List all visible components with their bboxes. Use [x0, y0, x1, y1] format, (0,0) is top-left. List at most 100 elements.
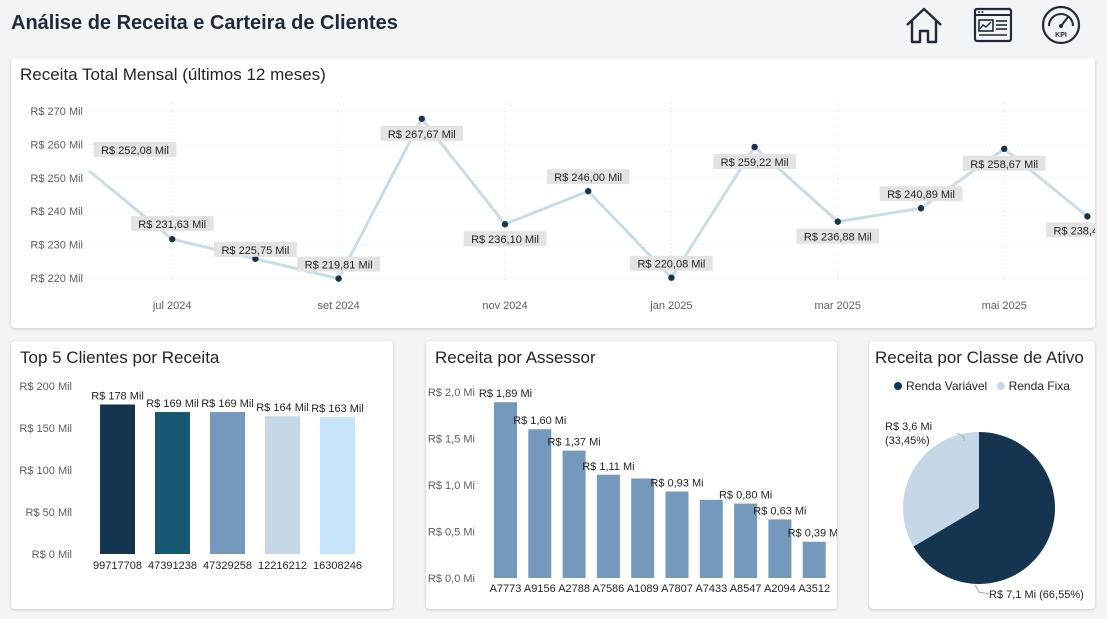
advisor-category-label: A7586 [592, 583, 624, 595]
dashboard-report-icon[interactable] [972, 4, 1014, 46]
revenue-data-label: R$ 236,88 Mil [804, 232, 872, 244]
y-tick-label: R$ 220 Mil [30, 273, 83, 285]
advisor-bar [802, 541, 826, 578]
y-tick-label: R$ 0 Mil [32, 549, 72, 561]
advisor-bar [528, 429, 552, 578]
advisor-bar [494, 402, 517, 578]
y-tick-label: R$ 0,0 Mi [428, 573, 475, 585]
advisor-category-label: A2094 [764, 583, 796, 595]
advisor-bar [665, 491, 689, 578]
y-tick-label: R$ 100 Mil [19, 465, 72, 477]
top-clients-chart: R$ 0 Mil R$ 50 Mil R$ 100 Mil R$ 150 Mil R$ … [19, 381, 364, 572]
advisor-category-label: A7807 [661, 583, 693, 595]
y-tick-label: R$ 0,5 Mi [428, 527, 475, 539]
revenue-point [169, 235, 176, 243]
advisors-chart: R$ 0,0 Mi R$ 0,5 Mi R$ 1,0 Mi R$ 1,5 Mi R$ 2… [428, 387, 837, 595]
revenue-data-label: R$ 236,10 Mil [471, 234, 539, 246]
x-tick-label: mar 2025 [815, 300, 861, 312]
revenue-data-label: R$ 231,63 Mil [138, 219, 206, 231]
advisor-bar [699, 499, 723, 578]
client-category-label: 12216212 [258, 560, 307, 572]
revenue-data-label: R$ 252,08 Mil [101, 145, 169, 157]
asset-class-card: Receita por Classe de Ativo Renda Variáv… [869, 341, 1095, 609]
client-bar [100, 404, 135, 554]
client-bar [155, 412, 190, 554]
home-icon[interactable] [903, 4, 945, 46]
advisor-category-label: A7773 [490, 583, 522, 595]
kpi-gauge-icon[interactable]: KPI [1040, 4, 1082, 46]
page-title: Análise de Receita e Carteira de Cliente… [11, 12, 398, 34]
advisor-category-label: A1089 [627, 583, 659, 595]
x-tick-label: set 2024 [317, 300, 359, 312]
revenue-point [501, 221, 509, 228]
asset-class-chart: R$ 7,1 Mi (66,55%) R$ 3,6 Mi (33,45%) [885, 421, 1084, 601]
revenue-point [751, 143, 758, 151]
pie-data-label: R$ 3,6 Mi [885, 421, 932, 433]
revenue-point [668, 274, 675, 281]
advisor-data-label: R$ 1,89 Mi [479, 388, 532, 400]
client-data-label: R$ 178 Mil [91, 390, 144, 402]
y-tick-label: R$ 200 Mil [19, 381, 72, 393]
x-tick-label: nov 2024 [482, 300, 527, 312]
revenue-point [418, 115, 425, 122]
x-tick-label: jan 2025 [649, 300, 692, 312]
y-tick-label: R$ 240 Mil [30, 206, 83, 218]
revenue-point [917, 205, 925, 212]
y-tick-label: R$ 50 Mil [26, 507, 72, 519]
y-tick-label: R$ 1,0 Mi [428, 480, 475, 492]
y-tick-label: R$ 1,5 Mi [428, 434, 475, 446]
revenue-point [1084, 213, 1091, 220]
client-category-label: 47329258 [203, 560, 252, 572]
svg-text:KPI: KPI [1055, 32, 1067, 39]
advisor-category-label: A7433 [695, 583, 727, 595]
x-tick-label: mai 2025 [982, 300, 1027, 312]
client-bar [320, 417, 355, 554]
revenue-data-label: R$ 259,22 Mil [721, 157, 789, 169]
revenue-point [335, 275, 342, 282]
monthly-revenue-chart: R$ 220 Mil R$ 230 Mil R$ 240 Mil R$ 250 Mil… [30, 103, 1095, 312]
revenue-data-label: R$ 220,08 Mil [637, 259, 705, 271]
client-bar [210, 412, 245, 554]
y-tick-label: R$ 2,0 Mi [428, 387, 475, 399]
revenue-data-label: R$ 240,89 Mil [887, 189, 955, 201]
y-tick-label: R$ 250 Mil [30, 173, 83, 185]
advisor-data-label: R$ 1,11 Mi [582, 461, 634, 473]
revenue-data-label: R$ 246,00 Mil [554, 172, 622, 184]
y-tick-label: R$ 260 Mil [30, 139, 83, 151]
revenue-data-label: R$ 267,67 Mil [388, 129, 456, 141]
monthly-revenue-card: Receita Total Mensal (últimos 12 meses) … [11, 58, 1095, 328]
client-data-label: R$ 164 Mil [256, 402, 309, 414]
revenue-data-label: R$ 225,75 Mil [221, 245, 289, 257]
advisor-data-label: R$ 0,80 Mi [719, 490, 772, 502]
revenue-point [834, 218, 841, 225]
advisor-category-label: A8547 [730, 583, 762, 595]
client-category-label: 99717708 [93, 560, 142, 572]
advisor-category-label: A2788 [558, 583, 590, 595]
advisor-data-label: R$ 0,39 Mi [788, 528, 837, 540]
y-tick-label: R$ 150 Mil [19, 423, 72, 435]
advisor-data-label: R$ 1,37 Mi [547, 437, 600, 449]
top-clients-card: Top 5 Clientes por Receita R$ 0 Mil R$ 50… [11, 341, 393, 609]
y-tick-label: R$ 270 Mil [30, 106, 83, 118]
revenue-point [585, 187, 592, 195]
client-category-label: 16308246 [313, 560, 362, 572]
pie-leader-line [974, 584, 990, 595]
pie-data-label: (33,45%) [885, 435, 930, 447]
x-tick-label: jul 2024 [152, 300, 192, 312]
y-tick-label: R$ 230 Mil [30, 240, 83, 252]
client-data-label: R$ 163 Mil [311, 403, 364, 415]
advisor-data-label: R$ 1,60 Mi [513, 415, 566, 427]
advisor-category-label: A9156 [524, 583, 556, 595]
client-bar [265, 416, 300, 554]
client-category-label: 47391238 [148, 560, 197, 572]
advisors-card: Receita por Assessor R$ 0,0 Mi R$ 0,5 Mi R… [426, 341, 837, 609]
advisor-category-label: A3512 [798, 583, 830, 595]
revenue-data-label: R$ 238,45 Mil [1053, 225, 1095, 237]
client-data-label: R$ 169 Mil [146, 398, 199, 410]
advisor-bar [596, 474, 620, 578]
revenue-data-label: R$ 219,81 Mil [305, 260, 373, 272]
revenue-data-label: R$ 258,67 Mil [970, 159, 1038, 171]
advisor-data-label: R$ 0,63 Mi [753, 505, 806, 517]
advisor-data-label: R$ 0,93 Mi [650, 478, 703, 490]
advisor-bar [631, 478, 655, 578]
